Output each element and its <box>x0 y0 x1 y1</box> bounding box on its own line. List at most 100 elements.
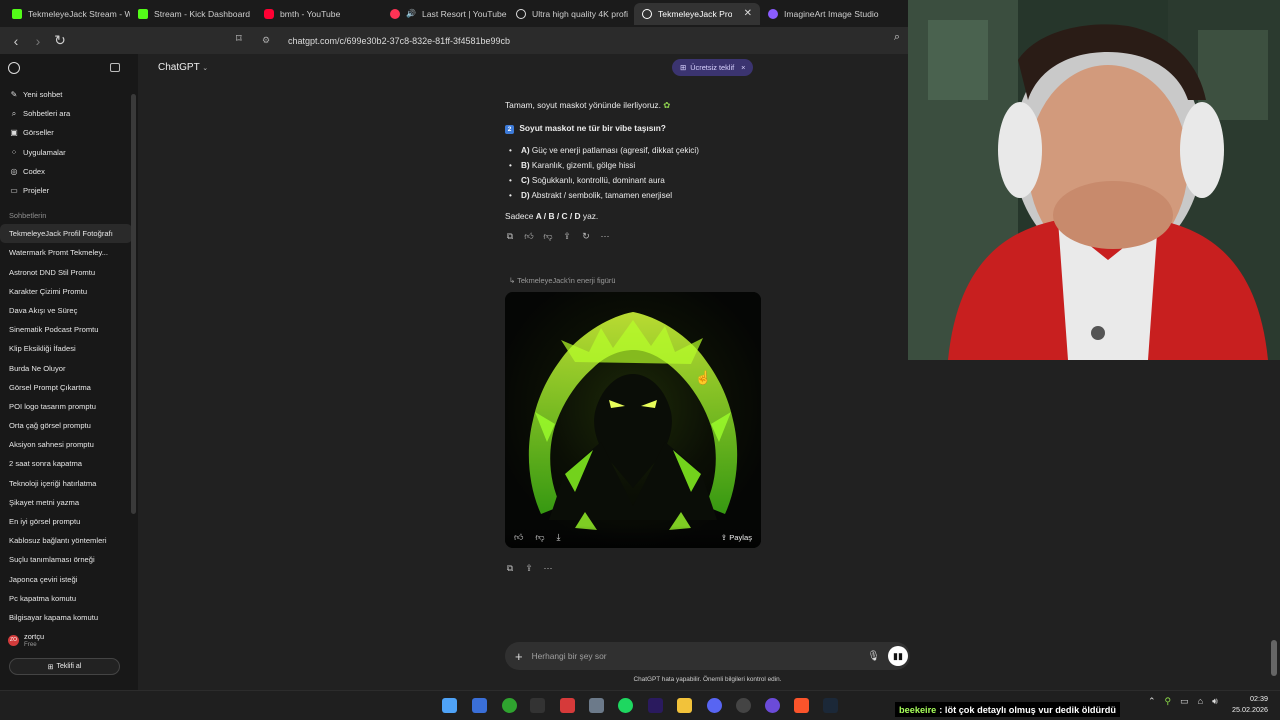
thumbs-up-icon[interactable]: 👍︎ <box>524 231 534 242</box>
chat-history-item[interactable]: Kablosuz bağlantı yöntemleri <box>0 531 132 550</box>
back-icon[interactable]: ‹ <box>6 31 26 51</box>
sidebar-item-new-chat[interactable]: ✎ Yeni sohbet <box>0 85 138 104</box>
more-icon[interactable]: ⋯ <box>543 563 553 574</box>
chevron-down-icon: ⌄ <box>202 65 209 72</box>
folder-icon[interactable] <box>677 698 692 713</box>
volume-icon[interactable]: 🔊︎ <box>1212 696 1218 707</box>
close-icon[interactable]: × <box>741 63 745 72</box>
zoom-icon[interactable]: ⌕ <box>894 31 900 44</box>
sidebar-item-images[interactable]: ▣ Görseller <box>0 123 138 142</box>
site-info-icon[interactable]: ⚙ <box>262 35 274 46</box>
browser-tab-active[interactable]: TekmeleyeJack Profil F ✕ <box>634 2 760 25</box>
share-button[interactable]: ⇪ Paylaş <box>721 533 752 542</box>
bookmark-icon[interactable]: ⌑ <box>236 32 242 45</box>
chat-history-item[interactable]: Astronot DND Stil Promtu <box>0 263 132 282</box>
browser-tab[interactable]: Ultra high quality 4K profi <box>508 3 634 25</box>
xbox-icon[interactable] <box>502 698 517 713</box>
generated-image[interactable]: ☝ 👍︎ 👎︎ ⤓ ⇪ Paylaş <box>505 292 761 548</box>
image-reference: ↳ TekmeleyeJack'in enerji figürü <box>509 276 615 285</box>
openai-logo-icon[interactable] <box>8 62 20 74</box>
main-scrollbar[interactable] <box>1271 640 1277 676</box>
forward-icon[interactable]: › <box>28 31 48 51</box>
chat-history-item[interactable]: Dava Akışı ve Süreç <box>0 301 132 320</box>
answer-prefix: Sadece <box>505 211 534 221</box>
download-icon[interactable]: ⤓ <box>557 532 561 543</box>
chat-history-item[interactable]: Japonca çeviri isteği <box>0 570 132 589</box>
chat-history-item[interactable]: En iyi görsel promptu <box>0 512 132 531</box>
thumbs-down-icon[interactable]: 👎︎ <box>543 231 553 242</box>
free-offer-pill[interactable]: ⊞ Ücretsiz teklif × <box>672 59 754 76</box>
chat-history-item[interactable]: Sinematik Podcast Promtu <box>0 320 132 339</box>
network-icon[interactable]: ⌂ <box>1198 696 1203 707</box>
premiere-icon[interactable] <box>648 698 663 713</box>
copy-icon[interactable]: ⧉ <box>505 231 515 242</box>
chat-history-item[interactable]: Bilgisayar kapama komutu <box>0 608 132 627</box>
codex-icon: ◎ <box>10 166 18 176</box>
model-selector[interactable]: ChatGPT ⌄ <box>158 62 208 73</box>
thumbs-down-icon[interactable]: 👎︎ <box>535 532 544 543</box>
browser-toolbar: ‹ › ↻ ⌑ ⚙ chatgpt.com/c/699e30b2-37c8-83… <box>0 27 908 54</box>
app-icon[interactable] <box>472 698 487 713</box>
chat-history-item[interactable]: Görsel Prompt Çıkartma <box>0 378 132 397</box>
brave-icon[interactable] <box>794 698 809 713</box>
chat-history-item[interactable]: Teknoloji içeriği hatırlatma <box>0 474 132 493</box>
display-icon[interactable]: ▭ <box>1180 696 1189 707</box>
upgrade-button[interactable]: ⊞ Teklifi al <box>9 658 120 675</box>
sidebar-item-search[interactable]: ⌕ Sohbetleri ara <box>0 104 138 123</box>
sidebar-item-codex[interactable]: ◎ Codex <box>0 162 138 181</box>
offer-label: Ücretsiz teklif <box>690 63 735 72</box>
more-icon[interactable]: ⋯ <box>600 231 610 242</box>
chat-history-item[interactable]: 2 saat sonra kapatma <box>0 454 132 473</box>
browser-tab[interactable]: 🔊 Last Resort | YouTube I <box>382 3 508 25</box>
close-tab-icon[interactable]: ✕ <box>744 8 752 19</box>
voice-mode-button[interactable]: ▮▮ <box>888 646 908 666</box>
address-bar[interactable]: ⚙ chatgpt.com/c/699e30b2-37c8-832e-81ff-… <box>256 31 906 50</box>
thumbs-up-icon[interactable]: 👍︎ <box>514 532 523 543</box>
attach-plus-icon[interactable]: + <box>515 649 523 664</box>
clock-date: 25.02.2026 <box>1232 705 1268 714</box>
sidebar-scrollbar[interactable] <box>131 94 136 514</box>
user-profile[interactable]: ZO zortçu Free <box>0 629 138 651</box>
energy-figure-image <box>505 292 761 548</box>
chat-history-item[interactable]: POI logo tasarım promptu <box>0 397 132 416</box>
browser-tab[interactable]: TekmeleyeJack Stream - W <box>4 3 130 25</box>
reload-icon[interactable]: ↻ <box>50 31 70 51</box>
share-icon[interactable]: ⇪ <box>562 231 572 242</box>
sidebar-item-apps[interactable]: ⁘ Uygulamalar <box>0 143 138 162</box>
copy-icon[interactable]: ⧉ <box>505 563 515 574</box>
chat-history-item[interactable]: Şikayet metni yazma <box>0 493 132 512</box>
chat-history-item[interactable]: Pc kapatma komutu <box>0 589 132 608</box>
chat-history-item[interactable]: Aksiyon sahnesi promptu <box>0 435 132 454</box>
regenerate-icon[interactable]: ↻ <box>581 231 591 242</box>
system-tray: ⌃ ⚲ ▭ ⌂ 🔊︎ <box>1148 696 1218 707</box>
tab-label: Stream - Kick Dashboard <box>154 8 250 19</box>
sidebar-item-projects[interactable]: ▭ Projeler <box>0 181 138 200</box>
windows-start-icon[interactable] <box>442 698 457 713</box>
calculator-icon[interactable] <box>589 698 604 713</box>
obs-icon[interactable] <box>736 698 751 713</box>
spotify-icon[interactable] <box>618 698 633 713</box>
chat-history-item[interactable]: Watermark Promt Tekmeley... <box>0 243 132 262</box>
chevron-up-icon[interactable]: ⌃ <box>1148 696 1156 707</box>
chat-history-item[interactable]: TekmeleyeJack Profil Fotoğrafı <box>0 224 132 244</box>
share-icon[interactable]: ⇪ <box>524 563 534 574</box>
clock[interactable]: 02:39 25.02.2026 <box>1228 693 1268 715</box>
epic-games-icon[interactable] <box>530 698 545 713</box>
chat-history-item[interactable]: Orta çağ görsel promptu <box>0 416 132 435</box>
toggle-sidebar-icon[interactable] <box>110 63 120 72</box>
app-icon[interactable] <box>560 698 575 713</box>
app-tray-icon[interactable]: ⚲ <box>1165 696 1172 707</box>
chat-history-item[interactable]: Suçlu tanımlaması örneği <box>0 550 132 569</box>
chat-history-item[interactable]: Karakter Çizimi Promtu <box>0 282 132 301</box>
browser-tab[interactable]: Stream - Kick Dashboard <box>130 3 256 25</box>
option-key: D) <box>521 191 530 200</box>
prompt-input[interactable] <box>531 651 868 661</box>
chat-history-item[interactable]: Burda Ne Oluyor <box>0 358 132 377</box>
browser-tab[interactable]: ImagineArt Image Studio <box>760 3 886 25</box>
browser-tab[interactable]: bmth - YouTube <box>256 3 382 25</box>
steam-icon[interactable] <box>823 698 838 713</box>
app-icon[interactable] <box>765 698 780 713</box>
chat-history-item[interactable]: Klip Eksikliği İfadesi <box>0 339 132 358</box>
microphone-icon[interactable]: 🎙︎ <box>867 651 880 662</box>
discord-icon[interactable] <box>707 698 722 713</box>
